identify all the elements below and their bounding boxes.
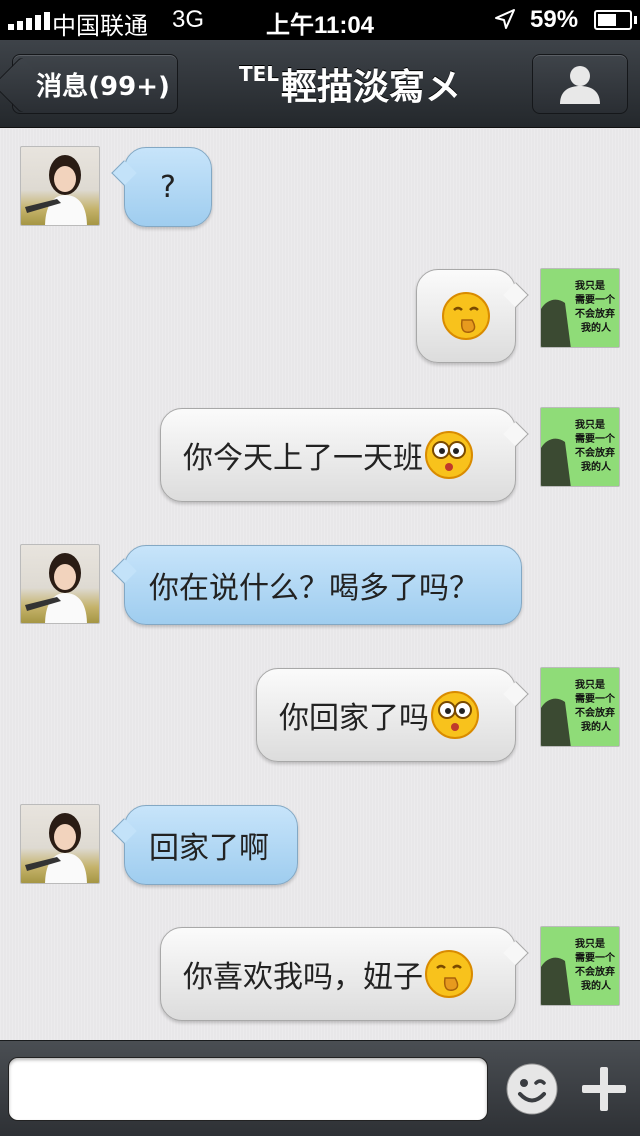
contact-avatar[interactable]	[20, 146, 100, 226]
contact-avatar[interactable]	[20, 804, 100, 884]
message-bubble-incoming[interactable]: ?	[111, 147, 212, 227]
my-avatar-image: 我只是 需要一个 不会放弃 我的人	[541, 269, 619, 347]
plus-button[interactable]	[576, 1061, 632, 1117]
back-button-label: 消息(99+)	[36, 71, 170, 102]
my-avatar-image: 我只是 需要一个 不会放弃 我的人	[541, 927, 619, 1005]
contact-info-button[interactable]	[532, 54, 628, 114]
shy-face-emoji-icon	[425, 950, 473, 998]
bubble-tail	[503, 421, 529, 447]
chat-title: TEL 輕描淡寫メ	[190, 58, 510, 110]
svg-text:需要一个: 需要一个	[575, 951, 616, 964]
svg-text:我只是: 我只是	[575, 937, 605, 950]
svg-text:不会放弃: 不会放弃	[575, 446, 615, 459]
message-bubble-outgoing[interactable]: 你喜欢我吗，妞子	[160, 927, 529, 1021]
bubble-tail	[111, 558, 137, 584]
battery-percent: 59%	[530, 6, 579, 33]
message-bubble-incoming[interactable]: 回家了啊	[111, 805, 298, 885]
svg-text:我的人: 我的人	[581, 720, 612, 733]
message-bubble-outgoing[interactable]: 你今天上了一天班	[160, 408, 529, 502]
message-text: 你回家了吗	[279, 701, 429, 736]
message-bubble-outgoing[interactable]: 你回家了吗	[256, 668, 529, 762]
svg-text:我只是: 我只是	[575, 279, 605, 292]
chat-title-prefix: TEL	[238, 62, 280, 86]
svg-text:不会放弃: 不会放弃	[575, 706, 615, 719]
message-text: 你在说什么？喝多了吗？	[149, 571, 479, 606]
battery-icon	[594, 10, 632, 30]
svg-text:不会放弃: 不会放弃	[575, 307, 615, 320]
my-avatar[interactable]: 我只是 需要一个 不会放弃 我的人	[540, 926, 620, 1006]
my-avatar-image: 我只是 需要一个 不会放弃 我的人	[541, 668, 619, 746]
dizzy-face-emoji-icon	[431, 691, 479, 739]
svg-text:需要一个: 需要一个	[575, 432, 616, 445]
svg-text:我只是: 我只是	[575, 418, 605, 431]
my-avatar[interactable]: 我只是 需要一个 不会放弃 我的人	[540, 268, 620, 348]
message-bubble-outgoing[interactable]	[416, 269, 529, 363]
bubble-tail	[503, 940, 529, 966]
message-text: 你喜欢我吗，妞子	[183, 960, 423, 995]
contact-photo	[25, 813, 87, 883]
svg-text:我只是: 我只是	[575, 678, 605, 691]
svg-text:不会放弃: 不会放弃	[575, 965, 615, 978]
battery-nub	[634, 16, 637, 24]
message-text: 回家了啊	[149, 831, 269, 866]
my-avatar-image: 我只是 需要一个 不会放弃 我的人	[541, 408, 619, 486]
svg-text:需要一个: 需要一个	[575, 692, 616, 705]
shy-face-emoji-icon	[442, 292, 490, 340]
dizzy-face-emoji-icon	[425, 431, 473, 479]
message-text: 你今天上了一天班	[183, 441, 423, 476]
bubble-tail	[111, 818, 137, 844]
bubble-tail	[503, 681, 529, 707]
battery-fill	[598, 14, 616, 26]
person-icon	[560, 66, 600, 104]
contact-avatar[interactable]	[20, 544, 100, 624]
message-input[interactable]	[8, 1057, 488, 1121]
bubble-tail	[111, 160, 137, 186]
svg-text:我的人: 我的人	[581, 321, 612, 334]
input-bar	[0, 1040, 640, 1136]
chat-area[interactable]: ? 我只是 需要一个 不会放弃 我的人 我只是 需要一个 不会放弃 我的人 你今…	[0, 129, 640, 1040]
chat-title-text: 輕描淡寫メ	[281, 67, 462, 108]
contact-photo	[25, 553, 87, 623]
svg-text:我的人: 我的人	[581, 979, 612, 992]
bubble-tail	[503, 282, 529, 308]
my-avatar[interactable]: 我只是 需要一个 不会放弃 我的人	[540, 667, 620, 747]
emoji-picker-button[interactable]	[504, 1061, 560, 1117]
location-arrow-icon	[495, 9, 515, 29]
message-text: ?	[160, 169, 176, 205]
svg-text:需要一个: 需要一个	[575, 293, 616, 306]
my-avatar[interactable]: 我只是 需要一个 不会放弃 我的人	[540, 407, 620, 487]
message-bubble-incoming[interactable]: 你在说什么？喝多了吗？	[111, 545, 522, 625]
status-bar: 中国联通 3G 上午11:04 59%	[0, 0, 640, 40]
back-button[interactable]: 消息(99+)	[0, 54, 178, 114]
contact-photo	[25, 155, 87, 225]
svg-text:我的人: 我的人	[581, 460, 612, 473]
nav-bar: 消息(99+) TEL 輕描淡寫メ	[0, 40, 640, 128]
